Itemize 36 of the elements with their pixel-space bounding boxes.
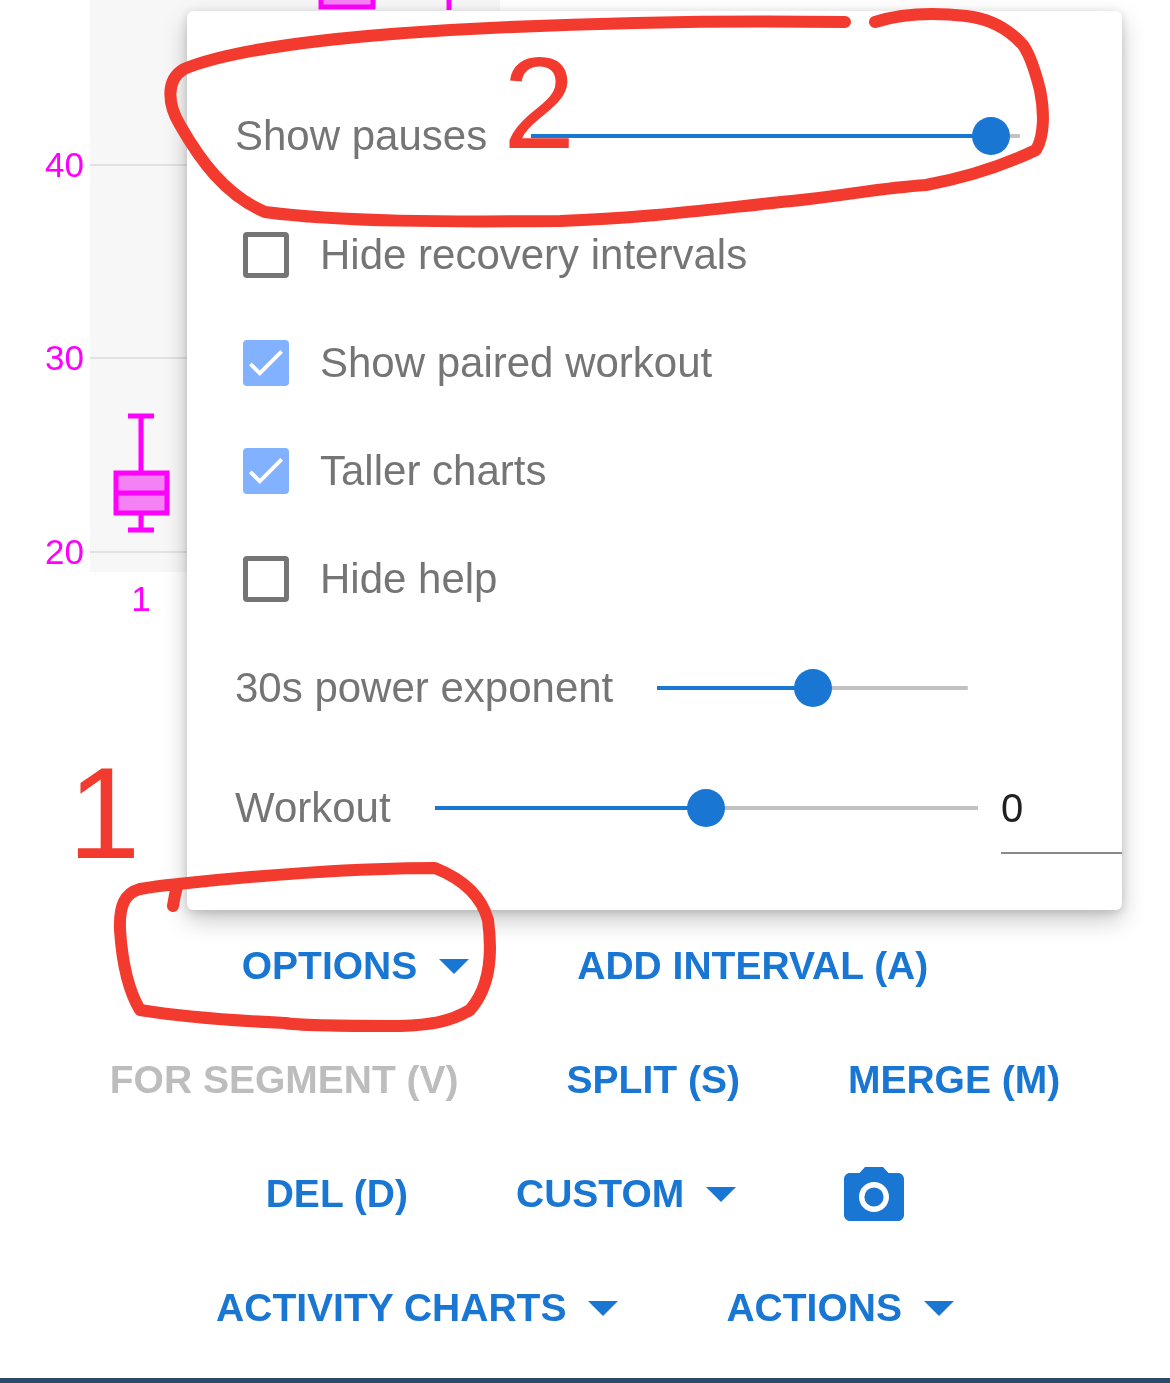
- slider-label: Show pauses: [235, 112, 488, 160]
- action-button[interactable]: ADD INTERVAL (A): [555, 919, 951, 1013]
- dropdown-button[interactable]: ACTIONS: [704, 1261, 976, 1355]
- checkbox-label[interactable]: Taller charts: [320, 447, 547, 495]
- whisker-line: [446, 0, 452, 10]
- number-field[interactable]: 0: [1001, 784, 1122, 854]
- camera-icon: [844, 1167, 905, 1221]
- dropdown-button[interactable]: OPTIONS: [219, 919, 492, 1013]
- checkbox-label[interactable]: Show paired workout: [320, 339, 713, 387]
- checkbox[interactable]: [243, 448, 289, 494]
- slider-thumb[interactable]: [687, 789, 726, 827]
- x-axis-label: 1: [131, 579, 151, 618]
- caret-icon: [439, 958, 470, 974]
- caret-icon: [923, 1300, 954, 1316]
- action-button[interactable]: SPLIT (S): [544, 1033, 762, 1127]
- slider-label: 30s power exponent: [235, 664, 614, 712]
- check-icon: [249, 458, 283, 484]
- slider-label: Workout: [235, 784, 391, 832]
- checkbox-label[interactable]: Hide help: [320, 555, 498, 603]
- dropdown-button[interactable]: CUSTOM: [494, 1147, 759, 1241]
- action-button[interactable]: DEL (D): [243, 1147, 430, 1241]
- action-button[interactable]: MERGE (M): [825, 1033, 1083, 1127]
- y-axis-label: 30: [45, 338, 84, 377]
- caret-icon: [588, 1300, 619, 1316]
- caret-icon: [706, 1186, 737, 1202]
- checkbox[interactable]: [243, 232, 289, 278]
- checkbox[interactable]: [243, 340, 289, 386]
- y-axis-label: 40: [45, 145, 84, 184]
- checkbox[interactable]: [243, 556, 289, 602]
- slider-thumb[interactable]: [793, 669, 832, 707]
- y-axis-label: 20: [45, 532, 84, 571]
- annotation-number: 1: [68, 748, 141, 878]
- dropdown-button[interactable]: ACTIVITY CHARTS: [194, 1261, 641, 1355]
- slider-thumb[interactable]: [971, 117, 1010, 155]
- checkbox-label[interactable]: Hide recovery intervals: [320, 231, 748, 279]
- check-icon: [249, 350, 283, 376]
